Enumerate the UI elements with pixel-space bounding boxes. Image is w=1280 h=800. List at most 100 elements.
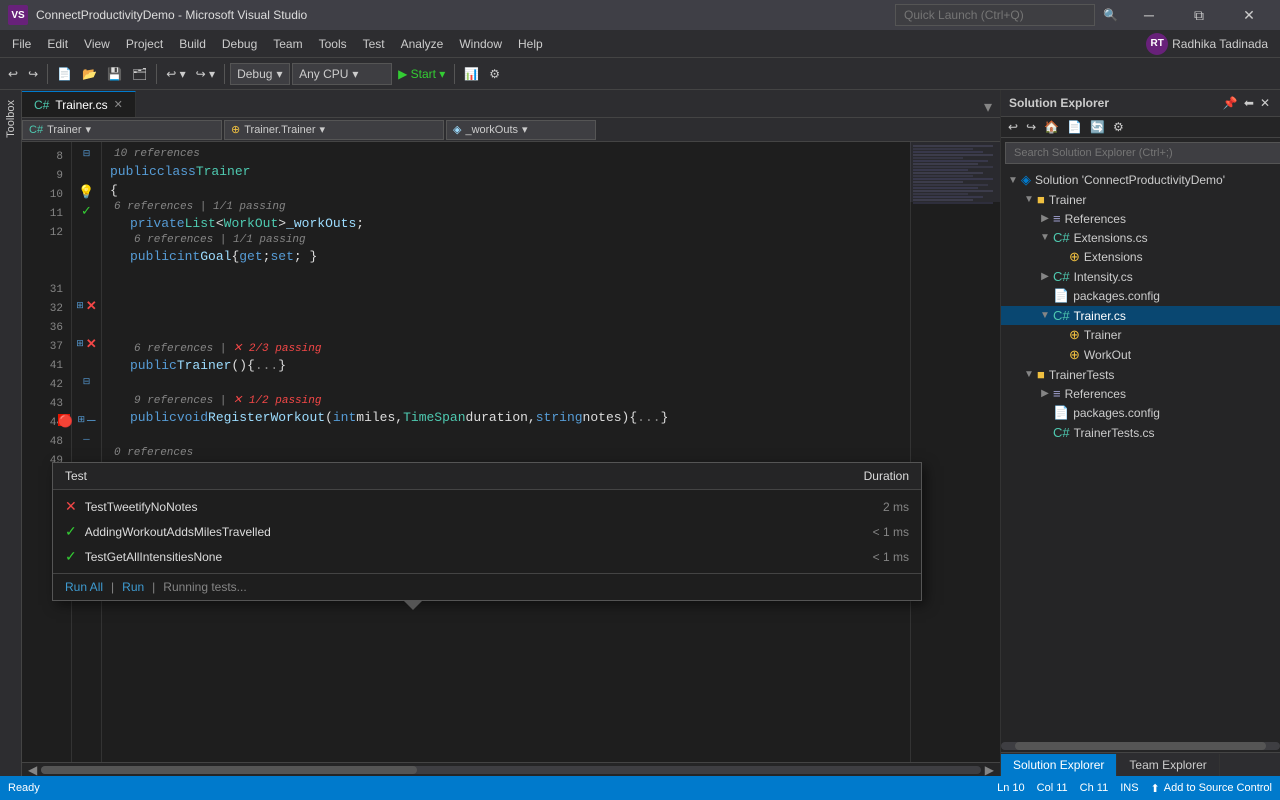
status-mode[interactable]: INS — [1120, 782, 1138, 794]
code-editor[interactable]: 8 9 10 11 12 31 32 36 37 41 42 43 44 48 … — [22, 142, 1000, 762]
scroll-thumb[interactable] — [41, 766, 417, 774]
run-all-link[interactable]: Run All — [65, 580, 103, 594]
se-back-button[interactable]: ↩ — [1005, 119, 1021, 135]
se-showfiles-button[interactable]: 📄 — [1064, 119, 1085, 135]
status-col[interactable]: Col 11 — [1037, 782, 1068, 794]
menu-tools[interactable]: Tools — [311, 30, 355, 58]
tree-item-solution[interactable]: ▼ ◈ Solution 'ConnectProductivityDemo' — [1001, 170, 1280, 190]
forward-button[interactable]: ↪ — [24, 62, 42, 86]
menu-build[interactable]: Build — [171, 30, 214, 58]
menu-analyze[interactable]: Analyze — [393, 30, 452, 58]
tree-expand-trainer[interactable]: ▼ — [1021, 194, 1037, 205]
add-to-source-control-button[interactable]: ⬆ Add to Source Control — [1151, 782, 1272, 795]
tree-expand-refs-2[interactable]: ▶ — [1037, 388, 1053, 399]
tree-item-references-1[interactable]: ▶ ≡ References — [1001, 209, 1280, 228]
tree-item-extensions-member[interactable]: ⊕ Extensions — [1001, 247, 1280, 267]
se-hscroll-track[interactable] — [1001, 742, 1280, 750]
menu-project[interactable]: Project — [118, 30, 171, 58]
toolbox-panel[interactable]: Toolbox — [0, 90, 22, 776]
minimize-button[interactable]: ─ — [1126, 0, 1172, 30]
test-row-1[interactable]: ✕ TestTweetifyNoNotes 2 ms — [53, 494, 921, 519]
code-content[interactable]: 10 references public class Trainer { 6 r… — [102, 142, 910, 762]
se-refresh-button[interactable]: 🔄 — [1087, 119, 1108, 135]
collapse-icon-8[interactable]: ⊟ — [83, 148, 91, 159]
tab-close-button[interactable]: ✕ — [114, 98, 123, 111]
tree-expand-extensions[interactable]: ▼ — [1037, 232, 1053, 243]
status-line[interactable]: Ln 10 — [997, 782, 1025, 794]
tree-item-intensity-cs[interactable]: ▶ C# Intensity.cs — [1001, 267, 1280, 286]
menu-window[interactable]: Window — [451, 30, 510, 58]
tree-item-workout-member[interactable]: ⊕ WorkOut — [1001, 345, 1280, 365]
tree-item-packages-2[interactable]: 📄 packages.config — [1001, 403, 1280, 423]
code-spacer-13-30 — [110, 285, 902, 323]
tree-item-trainertests-project[interactable]: ▼ ■ TrainerTests — [1001, 365, 1280, 384]
tab-team-explorer[interactable]: Team Explorer — [1117, 754, 1219, 776]
close-button[interactable]: ✕ — [1226, 0, 1272, 30]
se-hscroll-thumb[interactable] — [1015, 742, 1266, 750]
se-arrow-button[interactable]: ⬅ — [1242, 94, 1256, 112]
menu-help[interactable]: Help — [510, 30, 551, 58]
quick-launch-input[interactable] — [895, 4, 1095, 26]
scroll-track[interactable] — [41, 766, 981, 774]
se-search-input[interactable] — [1005, 142, 1280, 164]
tree-item-trainer-member[interactable]: ⊕ Trainer — [1001, 325, 1280, 345]
tree-item-packages-1[interactable]: 📄 packages.config — [1001, 286, 1280, 306]
back-button[interactable]: ↩ — [4, 62, 22, 86]
diagnostic-tools[interactable]: 📊 — [460, 62, 483, 86]
status-ch[interactable]: Ch 11 — [1080, 782, 1109, 794]
expand-icon-44[interactable]: ⊞ — [77, 414, 85, 425]
expand-icon-37[interactable]: ⊞ — [76, 338, 84, 349]
se-settings-button[interactable]: ⚙ — [1110, 119, 1127, 135]
collapse-icon-42[interactable]: ⊟ — [83, 376, 91, 387]
save-button[interactable]: 💾 — [103, 62, 126, 86]
restore-button[interactable]: ⧉ — [1176, 0, 1222, 30]
tree-item-trainer-cs[interactable]: ▼ C# Trainer.cs — [1001, 306, 1280, 325]
class-dropdown[interactable]: C# Trainer ▾ — [22, 120, 222, 140]
gutter-line-43 — [72, 391, 101, 410]
menu-view[interactable]: View — [76, 30, 118, 58]
start-button[interactable]: ▶ Start ▾ — [394, 62, 449, 86]
tree-expand-refs-1[interactable]: ▶ — [1037, 213, 1053, 224]
tab-scroll-right[interactable]: ▾ — [976, 97, 1000, 117]
run-link[interactable]: Run — [122, 580, 144, 594]
tab-solution-explorer[interactable]: Solution Explorer — [1001, 754, 1117, 776]
platform-dropdown[interactable]: Any CPU ▾ — [292, 63, 392, 85]
se-fwd-button[interactable]: ↪ — [1023, 119, 1039, 135]
debug-mode-dropdown[interactable]: Debug ▾ — [230, 63, 290, 85]
open-button[interactable]: 📂 — [78, 62, 101, 86]
separator-4 — [454, 64, 455, 84]
se-close-button[interactable]: ✕ — [1258, 94, 1272, 112]
tree-item-trainer-project[interactable]: ▼ ■ Trainer — [1001, 190, 1280, 209]
save-all-button[interactable]: 🗂 — [128, 62, 151, 86]
tab-trainer-cs[interactable]: C# Trainer.cs ✕ — [22, 91, 136, 117]
performance-profiler[interactable]: ⚙ — [485, 62, 504, 86]
menu-debug[interactable]: Debug — [214, 30, 265, 58]
horizontal-scrollbar[interactable]: ◀ ▶ — [22, 762, 1000, 776]
expand-icon-32[interactable]: ⊞ — [76, 300, 84, 311]
se-hscroll[interactable] — [1001, 740, 1280, 752]
se-home-button[interactable]: 🏠 — [1041, 119, 1062, 135]
member-dropdown[interactable]: ⊕ Trainer.Trainer ▾ — [224, 120, 444, 140]
menu-team[interactable]: Team — [265, 30, 310, 58]
tree-item-trainertests-cs[interactable]: C# TrainerTests.cs — [1001, 423, 1280, 442]
tree-expand-trainer-cs[interactable]: ▼ — [1037, 310, 1053, 321]
redo-button[interactable]: ↪ ▾ — [192, 62, 219, 86]
tree-item-references-2[interactable]: ▶ ≡ References — [1001, 384, 1280, 403]
test-row-2[interactable]: ✓ AddingWorkoutAddsMilesTravelled < 1 ms — [53, 519, 921, 544]
search-icon[interactable]: 🔍 — [1103, 8, 1118, 22]
menu-file[interactable]: File — [4, 30, 39, 58]
menu-edit[interactable]: Edit — [39, 30, 76, 58]
se-pin-button[interactable]: 📌 — [1221, 94, 1240, 112]
scroll-right-button[interactable]: ▶ — [981, 763, 998, 777]
tree-item-extensions-cs[interactable]: ▼ C# Extensions.cs — [1001, 228, 1280, 247]
tree-expand-solution[interactable]: ▼ — [1005, 175, 1021, 186]
undo-button[interactable]: ↩ ▾ — [162, 62, 189, 86]
test-row-3[interactable]: ✓ TestGetAllIntensitiesNone < 1 ms — [53, 544, 921, 569]
scroll-left-button[interactable]: ◀ — [24, 763, 41, 777]
field-dropdown[interactable]: ◈ _workOuts ▾ — [446, 120, 596, 140]
new-file-button[interactable]: 📄 — [53, 62, 76, 86]
menu-test[interactable]: Test — [355, 30, 393, 58]
tree-expand-intensity[interactable]: ▶ — [1037, 271, 1053, 282]
gutter-line-44: ⊞ ─ 🔴 — [72, 410, 101, 429]
tree-expand-trainertests[interactable]: ▼ — [1021, 369, 1037, 380]
